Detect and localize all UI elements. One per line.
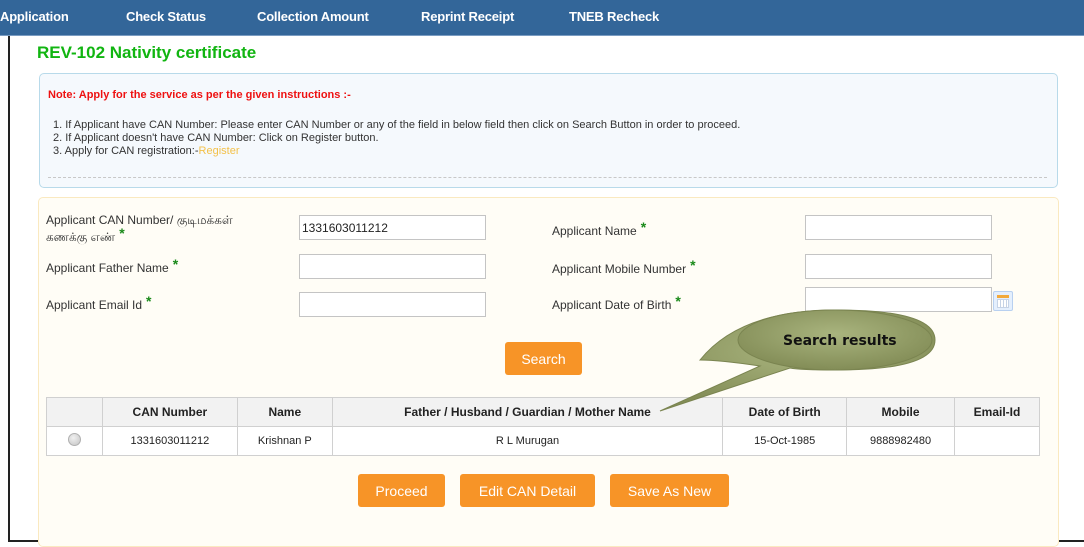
table-row: 1331603011212 Krishnan P R L Murugan 15-… — [46, 426, 1040, 456]
cell-mobile: 9888982480 — [846, 426, 956, 456]
col-header-can-number: CAN Number — [101, 397, 238, 427]
can-number-label-line1: Applicant CAN Number/ குடிமக்கள் — [46, 213, 233, 227]
instruction-3: 3. Apply for CAN registration:-Register — [53, 145, 239, 157]
row-select-cell — [46, 426, 103, 456]
divider — [48, 177, 1047, 178]
col-header-guardian: Father / Husband / Guardian / Mother Nam… — [331, 397, 724, 427]
father-name-label-text: Applicant Father Name — [46, 261, 169, 275]
required-marker: * — [172, 256, 179, 272]
can-number-label-line2: கணக்கு எண் — [46, 230, 116, 244]
proceed-button[interactable]: Proceed — [358, 474, 445, 507]
cell-dob: 15-Oct-1985 — [722, 426, 848, 456]
col-header-email: Email-Id — [954, 397, 1040, 427]
email-input[interactable] — [299, 292, 486, 317]
note-title: Note: Apply for the service as per the g… — [48, 89, 351, 101]
mobile-input[interactable] — [805, 254, 992, 279]
dob-input[interactable] — [805, 287, 992, 312]
instruction-1: 1. If Applicant have CAN Number: Please … — [53, 119, 741, 131]
col-header-dob: Date of Birth — [722, 397, 848, 427]
row-select-radio[interactable] — [67, 433, 81, 446]
register-link[interactable]: Register — [199, 145, 240, 157]
applicant-name-label-text: Applicant Name — [552, 224, 637, 238]
calendar-icon[interactable] — [993, 291, 1013, 311]
save-as-new-button[interactable]: Save As New — [610, 474, 729, 507]
father-name-label: Applicant Father Name * — [46, 256, 179, 276]
email-label-text: Applicant Email Id — [46, 298, 143, 312]
required-marker: * — [675, 293, 681, 309]
page-title: REV-102 Nativity certificate — [37, 43, 257, 62]
required-marker: * — [640, 219, 647, 235]
mobile-label-text: Applicant Mobile Number — [552, 262, 687, 276]
dob-label-text: Applicant Date of Birth — [552, 298, 672, 312]
edit-can-detail-button[interactable]: Edit CAN Detail — [460, 474, 595, 507]
nav-item-check-status[interactable]: Check Status — [126, 9, 206, 24]
nav-item-reprint-receipt[interactable]: Reprint Receipt — [421, 9, 514, 24]
col-header-name: Name — [236, 397, 333, 427]
search-button[interactable]: Search — [505, 342, 582, 375]
dob-label: Applicant Date of Birth * — [552, 293, 681, 313]
can-number-input[interactable] — [299, 215, 486, 240]
search-results-table: CAN Number Name Father / Husband / Guard… — [46, 397, 1040, 456]
father-name-input[interactable] — [299, 254, 486, 279]
callout-text: Search results — [783, 333, 897, 349]
can-number-label: Applicant CAN Number/ குடிமக்கள் கணக்கு … — [46, 212, 233, 245]
mobile-label: Applicant Mobile Number * — [552, 257, 696, 277]
cell-name: Krishnan P — [236, 426, 333, 456]
nav-item-collection-amount[interactable]: Collection Amount — [257, 9, 369, 24]
cell-can-number: 1331603011212 — [101, 426, 238, 456]
cell-guardian: R L Murugan — [331, 426, 724, 456]
email-label: Applicant Email Id * — [46, 293, 152, 313]
cell-email — [954, 426, 1040, 456]
top-nav: Application Check Status Collection Amou… — [0, 0, 1084, 36]
instructions-panel: Note: Apply for the service as per the g… — [39, 73, 1058, 188]
applicant-name-label: Applicant Name * — [552, 219, 647, 239]
required-marker: * — [119, 225, 125, 241]
applicant-name-input[interactable] — [805, 215, 992, 240]
nav-item-application[interactable]: Application — [0, 9, 69, 24]
col-header-mobile: Mobile — [846, 397, 956, 427]
col-header-select — [46, 397, 103, 427]
instruction-2: 2. If Applicant doesn't have CAN Number:… — [53, 132, 379, 144]
nav-item-tneb-recheck[interactable]: TNEB Recheck — [569, 9, 659, 24]
required-marker: * — [690, 257, 696, 273]
required-marker: * — [146, 293, 152, 309]
table-header-row: CAN Number Name Father / Husband / Guard… — [46, 397, 1040, 427]
instruction-3-text: 3. Apply for CAN registration:- — [53, 145, 199, 157]
